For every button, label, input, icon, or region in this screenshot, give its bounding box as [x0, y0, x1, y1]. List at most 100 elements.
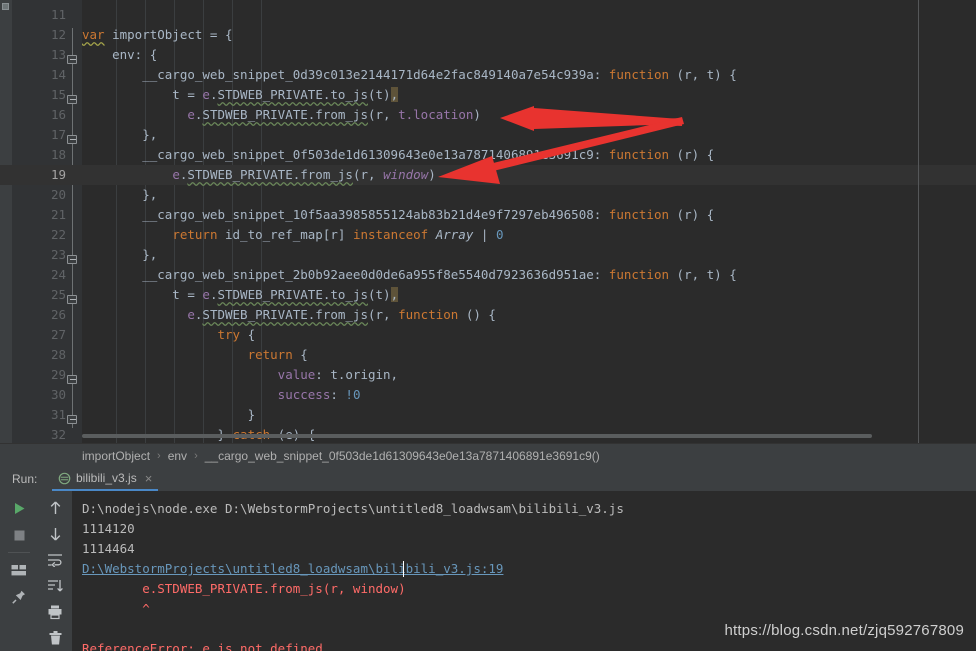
code-line-13[interactable]: 13 env: {: [0, 45, 976, 104]
code-line-27[interactable]: 27 try {: [0, 325, 976, 345]
token-keyword: return: [247, 347, 293, 362]
token-field: e: [187, 307, 195, 322]
code-line-25[interactable]: 25 t = e.STDWEB_PRIVATE.to_js(t),: [0, 285, 976, 305]
code-text: __cargo_web_snippet_0f503de1d61309643e0e…: [82, 147, 609, 162]
line-number: 16: [50, 107, 66, 122]
code-line-30[interactable]: 30 success: !0: [0, 385, 976, 405]
code-line-26[interactable]: 26 e.STDWEB_PRIVATE.from_js(r, function …: [0, 305, 976, 325]
soft-wrap-button[interactable]: [40, 547, 70, 572]
run-toolbar-right: [38, 491, 72, 651]
token-property: success: [82, 387, 331, 402]
scrollbar-thumb[interactable]: [82, 434, 872, 438]
code-text: },: [82, 247, 158, 262]
code-text: : t.origin,: [315, 367, 399, 382]
breadcrumb-item-2[interactable]: __cargo_web_snippet_0f503de1d61309643e0e…: [205, 449, 600, 463]
code-text: __cargo_web_snippet_0d39c013e2144171d64e…: [82, 67, 609, 82]
code-text: },: [82, 187, 158, 202]
code-text: {: [292, 347, 308, 362]
code-text: :: [330, 387, 346, 402]
code-text: env: {: [82, 47, 158, 62]
code-line-31[interactable]: 31 }: [0, 405, 976, 425]
breadcrumb-item-0[interactable]: importObject: [82, 449, 150, 463]
code-line-17[interactable]: 17 },: [0, 125, 976, 264]
pin-tab-button[interactable]: [4, 584, 34, 610]
line-number: 14: [50, 67, 66, 82]
code-text: ): [428, 167, 436, 182]
token-warning-comma: ,: [390, 287, 399, 302]
code-text: }: [82, 407, 256, 422]
token-keyword: function: [608, 207, 670, 222]
breadcrumb[interactable]: importObject › env › __cargo_web_snippet…: [0, 443, 976, 467]
token-member: STDWEB_PRIVATE.from_js: [202, 107, 368, 122]
token-property: value: [82, 367, 316, 382]
code-text: id_to_ref_map[r]: [217, 227, 353, 242]
code-line-20[interactable]: 20 },: [0, 185, 976, 384]
arrow-up-icon: [50, 501, 60, 514]
code-line-14[interactable]: 14 __cargo_web_snippet_0d39c013e2144171d…: [0, 65, 976, 144]
code-text: |: [473, 227, 496, 242]
code-line-24[interactable]: 24 __cargo_web_snippet_2b0b92aee0d0de6a9…: [0, 265, 976, 285]
code-line-12[interactable]: 12 var importObject = {: [0, 25, 976, 64]
printer-icon: [48, 605, 62, 620]
code-line-23[interactable]: 23 },: [0, 245, 976, 265]
print-button[interactable]: [40, 600, 70, 625]
restore-layout-button[interactable]: [4, 557, 34, 583]
line-number: 23: [50, 247, 66, 262]
code-line-22[interactable]: 22 return id_to_ref_map[r] instanceof Ar…: [0, 225, 976, 245]
console-line-1: 1114120: [82, 521, 135, 536]
code-line-16[interactable]: 16 e.STDWEB_PRIVATE.from_js(r, t.locatio…: [0, 105, 976, 125]
scroll-to-end-button[interactable]: [40, 574, 70, 599]
code-text: (r,: [352, 167, 384, 182]
breadcrumb-item-1[interactable]: env: [168, 449, 187, 463]
code-text: t =: [82, 87, 203, 102]
code-line-28[interactable]: 28 return {: [0, 345, 976, 365]
run-panel-label: Run:: [12, 472, 38, 486]
console-line-link[interactable]: D:\WebstormProjects\untitled8_loadwsam\b…: [82, 559, 503, 579]
token-keyword: function: [608, 67, 670, 82]
token-keyword: try: [217, 327, 241, 342]
close-icon[interactable]: ×: [145, 471, 153, 486]
line-number: 30: [50, 387, 66, 402]
console-line-0: D:\nodejs\node.exe D:\WebstormProjects\u…: [82, 501, 624, 516]
token-keyword: function: [398, 307, 459, 322]
token-field: e: [202, 287, 210, 302]
scroll-end-icon: [48, 580, 63, 592]
code-text: {: [240, 327, 256, 342]
line-number: 17: [50, 127, 66, 142]
stop-icon: [14, 530, 24, 540]
token-class: Array: [435, 227, 474, 242]
line-number: 24: [50, 267, 66, 282]
code-line-21[interactable]: 21 __cargo_web_snippet_10f5aa3985855124a…: [0, 205, 976, 424]
line-number: 19: [50, 167, 66, 182]
play-icon: [14, 502, 24, 514]
code-editor[interactable]: 11 12 var importObject = { 13 env: { 14 …: [0, 0, 976, 443]
code-text: (r) {: [669, 147, 715, 162]
up-button[interactable]: [40, 495, 70, 520]
clear-all-button[interactable]: [40, 626, 70, 651]
run-tab-bilibili[interactable]: bilibili_v3.js ×: [52, 467, 159, 491]
editor-horizontal-scrollbar[interactable]: [82, 433, 942, 438]
code-text: (r, t) {: [669, 267, 737, 282]
line-number: 29: [50, 367, 66, 382]
code-line-18[interactable]: 18 __cargo_web_snippet_0f503de1d61309643…: [0, 145, 976, 304]
console-line-2: 1114464: [82, 541, 135, 556]
console-line-7: ReferenceError: e is not defined: [82, 641, 323, 651]
code-line-29[interactable]: 29 value: t.origin,: [0, 365, 976, 385]
breadcrumb-separator: ›: [194, 449, 198, 462]
stop-button[interactable]: [4, 522, 34, 548]
code-line-19[interactable]: 19 e.STDWEB_PRIVATE.from_js(r, window): [0, 165, 976, 185]
code-text: (r) {: [669, 207, 715, 222]
token-member: STDWEB_PRIVATE.to_js: [217, 287, 368, 302]
run-button[interactable]: [4, 495, 34, 521]
watermark-url: https://blog.csdn.net/zjq592767809: [724, 622, 964, 639]
code-line-15[interactable]: 15 t = e.STDWEB_PRIVATE.to_js(t),: [0, 85, 976, 105]
line-number: 31: [50, 407, 66, 422]
line-number: 15: [50, 87, 66, 102]
line-number: 22: [50, 227, 66, 242]
line-number: 20: [50, 187, 66, 202]
code-line-11[interactable]: 11: [0, 5, 976, 25]
down-button[interactable]: [40, 521, 70, 546]
